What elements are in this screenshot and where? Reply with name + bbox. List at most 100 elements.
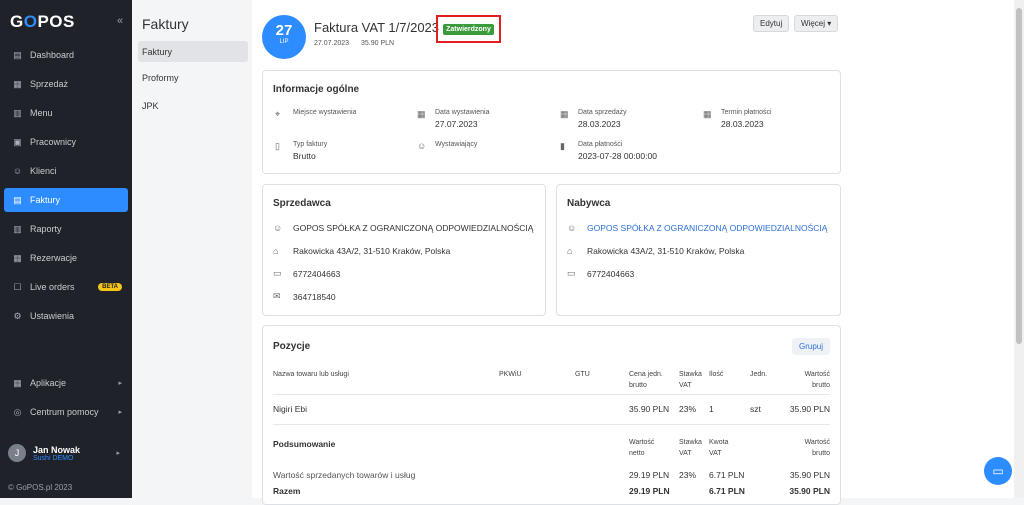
total-net: 29.19 PLN <box>629 486 670 496</box>
sidebar-item-pracownicy[interactable]: ▣ Pracownicy <box>4 130 128 154</box>
field-issuer: ☺ Wystawiający <box>417 141 477 151</box>
main-nav: ▤ Dashboard ▦ Sprzedaż ▥ Menu ▣ Pracownicy ☺ Klie… <box>4 43 128 333</box>
sidebar-item-raporty[interactable]: ▥ Raporty <box>4 217 128 241</box>
user-icon: ☺ <box>273 223 283 233</box>
col-name: Nazwa towaru lub usługi <box>273 371 349 378</box>
summary-row-net: 29.19 PLN <box>629 470 670 480</box>
bookmark-icon: ▮ <box>560 141 565 151</box>
general-info-title: Informacje ogólne <box>273 84 360 95</box>
col-vat-rate: Stawka VAT <box>679 369 702 391</box>
submenu-item-jpk[interactable]: JPK <box>138 95 248 116</box>
summary-row-gross: 35.90 PLN <box>789 470 830 480</box>
mail-icon: ✉ <box>273 291 281 301</box>
submenu-item-proformy[interactable]: Proformy <box>138 67 248 88</box>
item-vat: 23% <box>679 404 697 414</box>
sidebar-item-centrum-pomocy[interactable]: ◎ Centrum pomocy ▸ <box>4 400 128 424</box>
field-place: ⌖ Miejsce wystawienia <box>275 109 356 119</box>
sidebar-item-label: Dashboard <box>30 50 75 60</box>
col-gtu: GTU <box>575 371 590 378</box>
gopos-logo[interactable]: GOPOS <box>10 12 75 32</box>
invoice-date-badge: 27 LIP <box>262 15 306 59</box>
invoice-date: 27.07.2023 <box>314 40 350 47</box>
sidebar-item-label: Raporty <box>30 224 62 234</box>
summary-row-label: Wartość sprzedanych towarów i usług <box>273 470 416 480</box>
general-info-card: Informacje ogólne ⌖ Miejsce wystawienia … <box>262 70 841 174</box>
sidebar-item-klienci[interactable]: ☺ Klienci <box>4 159 128 183</box>
collapse-sidebar-icon[interactable]: « <box>117 15 123 27</box>
divider <box>273 394 830 395</box>
seller-card: Sprzedawca ☺ GOPOS SPÓŁKA Z OGRANICZONĄ O… <box>262 184 546 316</box>
buyer-name-link[interactable]: GOPOS SPÓŁKA Z OGRANICZONĄ ODPOWIEDZIALN… <box>587 223 827 233</box>
id-card-icon: ▭ <box>273 268 282 278</box>
page-title: Faktura VAT 1/7/2023 <box>314 20 440 35</box>
summary-col-net: Wartość netto <box>629 437 654 459</box>
sidebar-item-label: Pracownicy <box>30 137 77 147</box>
col-gross-line1: Wartość <box>804 371 830 378</box>
scroll-thumb[interactable] <box>1016 8 1022 344</box>
col-unit-price: Cena jedn. brutto <box>629 369 663 391</box>
field-invoice-type: ▯ Typ faktury Brutto <box>275 141 327 161</box>
more-button[interactable]: Więcej ▾ <box>794 15 839 32</box>
field-issue-date: ▦ Data wystawienia 27.07.2023 <box>417 109 489 129</box>
sidebar-item-rezerwacje[interactable]: ▦ Rezerwacje <box>4 246 128 270</box>
buyer-address: Rakowicka 43A/2, 31-510 Kraków, Polska <box>587 246 745 256</box>
field-label: Miejsce wystawienia <box>293 109 357 116</box>
col-gross: Wartość brutto <box>805 369 830 391</box>
menu-icon: ▥ <box>13 107 22 118</box>
sidebar-item-menu[interactable]: ▥ Menu <box>4 101 128 125</box>
submenu-title: Faktury <box>142 16 189 32</box>
copyright: © GoPOS.pl 2023 <box>8 483 73 492</box>
summary-col-gross-line1: Wartość <box>804 439 830 446</box>
user-name: Jan Nowak <box>33 444 81 455</box>
sidebar-item-label: Menu <box>30 108 53 118</box>
item-qty: 1 <box>709 404 714 414</box>
positions-card: Pozycje Grupuj Nazwa towaru lub usługi P… <box>262 325 841 505</box>
calendar-icon: ▦ <box>417 109 426 119</box>
sidebar-item-label: Ustawienia <box>30 311 75 321</box>
sidebar-item-ustawienia[interactable]: ⚙ Ustawienia <box>4 304 128 328</box>
user-icon: ☺ <box>567 223 577 233</box>
col-unit: Jedn. <box>750 371 768 378</box>
field-value: 28.03.2023 <box>578 119 621 129</box>
summary-col-vat-rate: Stawka VAT <box>679 437 702 459</box>
sidebar-item-live-orders[interactable]: ☐ Live orders BETA <box>4 275 128 299</box>
document-icon: ▯ <box>275 141 280 151</box>
main-content: 27 LIP Faktura VAT 1/7/2023 Zatwierdzony… <box>252 0 1014 505</box>
total-gross: 35.90 PLN <box>789 486 830 496</box>
buyer-address-row: ⌂ Rakowicka 43A/2, 31-510 Kraków, Polska <box>567 246 744 256</box>
group-button[interactable]: Grupuj <box>791 338 830 355</box>
col-vat-rate-line1: Stawka <box>679 371 702 378</box>
field-value: Brutto <box>293 151 316 161</box>
item-gross: 35.90 PLN <box>789 404 830 414</box>
sidebar-item-dashboard[interactable]: ▤ Dashboard <box>4 43 128 67</box>
scrollbar[interactable] <box>1014 0 1024 498</box>
summary-col-vat-amount-line2: VAT <box>709 450 722 457</box>
edit-button[interactable]: Edytuj <box>753 15 790 32</box>
sidebar-item-faktury[interactable]: ▤ Faktury <box>4 188 128 212</box>
help-icon: ◎ <box>13 406 22 417</box>
clients-icon: ☺ <box>12 166 23 176</box>
seller-name-row: ☺ GOPOS SPÓŁKA Z OGRANICZONĄ ODPOWIEDZIAL… <box>273 223 533 233</box>
bottom-nav: ▦ Aplikacje ▸ ◎ Centrum pomocy ▸ <box>4 371 128 429</box>
field-label: Data płatności <box>578 141 623 148</box>
chat-button[interactable]: ▭ <box>984 457 1012 485</box>
seller-title: Sprzedawca <box>273 198 331 209</box>
buyer-title: Nabywca <box>567 198 611 209</box>
id-card-icon: ▭ <box>567 268 576 278</box>
sidebar-item-sprzedaż[interactable]: ▦ Sprzedaż <box>4 72 128 96</box>
sidebar: GOPOS « ▤ Dashboard ▦ Sprzedaż ▥ Menu ▣ Pracown… <box>0 0 132 498</box>
summary-title: Podsumowanie <box>273 439 336 449</box>
field-label: Data sprzedaży <box>578 109 627 116</box>
field-value: 28.03.2023 <box>721 119 764 129</box>
submenu-item-faktury[interactable]: Faktury <box>138 41 248 62</box>
col-unit-price-line2: brutto <box>629 382 647 389</box>
chevron-right-icon: ▸ <box>116 450 120 457</box>
date-month: LIP <box>279 39 289 45</box>
employees-icon: ▣ <box>13 136 22 147</box>
sidebar-item-aplikacje[interactable]: ▦ Aplikacje ▸ <box>4 371 128 395</box>
location-icon: ⌖ <box>275 109 281 119</box>
sales-icon: ▦ <box>13 78 22 89</box>
col-pkwiu: PKWiU <box>499 371 522 378</box>
seller-regon: 364718540 <box>293 291 336 302</box>
user-menu[interactable]: J Jan Nowak Sushi DEMO ▸ <box>8 438 126 468</box>
